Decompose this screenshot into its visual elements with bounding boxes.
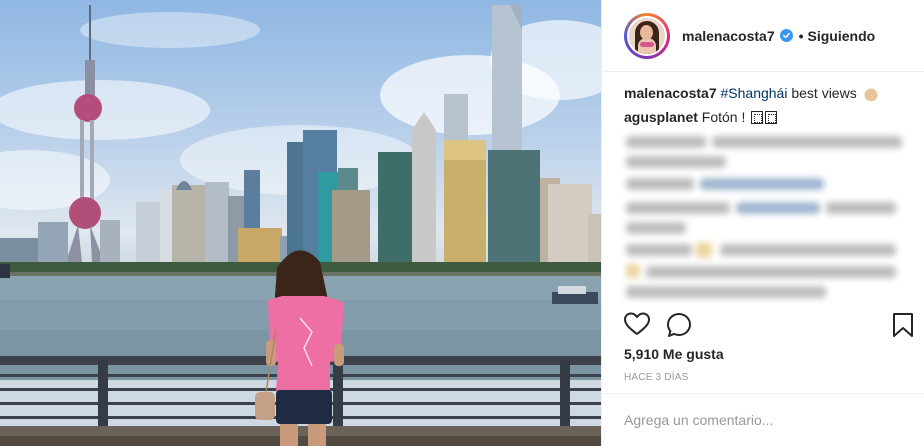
comment-item: agusplanet Fotón !	[624, 108, 914, 126]
shanghai-skyline-photo	[0, 5, 601, 446]
caption: malenacosta7 #Shanghái best views	[624, 84, 914, 102]
comments-list: malenacosta7 #Shanghái best views aguspl…	[624, 84, 914, 132]
caption-text: best views	[787, 85, 857, 101]
caption-username[interactable]: malenacosta7	[624, 85, 717, 101]
heart-icon[interactable]	[624, 312, 650, 341]
post-timestamp[interactable]: HACE 3 DÍAS	[624, 372, 688, 383]
missing-glyph-icon	[751, 111, 764, 124]
caption-hashtag[interactable]: #Shanghái	[721, 85, 788, 101]
avatar[interactable]	[624, 12, 670, 59]
comment-bubble-icon[interactable]	[666, 312, 692, 343]
following-button[interactable]: Siguiendo	[808, 28, 876, 44]
separator-dot: •	[798, 27, 804, 44]
add-comment-bar	[602, 393, 924, 446]
post-photo[interactable]	[0, 0, 601, 446]
avatar-image	[627, 15, 667, 56]
header-username[interactable]: malenacosta7	[682, 28, 775, 44]
post-actions-bar	[624, 312, 916, 340]
ok-hand-emoji-icon	[863, 86, 878, 101]
post-header: malenacosta7 • Siguiendo	[602, 0, 924, 72]
verified-badge-icon	[779, 29, 793, 42]
comment-input[interactable]	[624, 412, 904, 428]
likes-count[interactable]: 5,910 Me gusta	[624, 346, 724, 362]
blurred-comments	[620, 132, 920, 302]
comment-username[interactable]: agusplanet	[624, 109, 698, 125]
bookmark-icon[interactable]	[892, 312, 914, 343]
comment-text: Fotón !	[701, 109, 746, 125]
missing-glyph-icon	[765, 111, 778, 124]
post-details-panel: malenacosta7 • Siguiendo malenacosta7 #S…	[601, 0, 924, 446]
